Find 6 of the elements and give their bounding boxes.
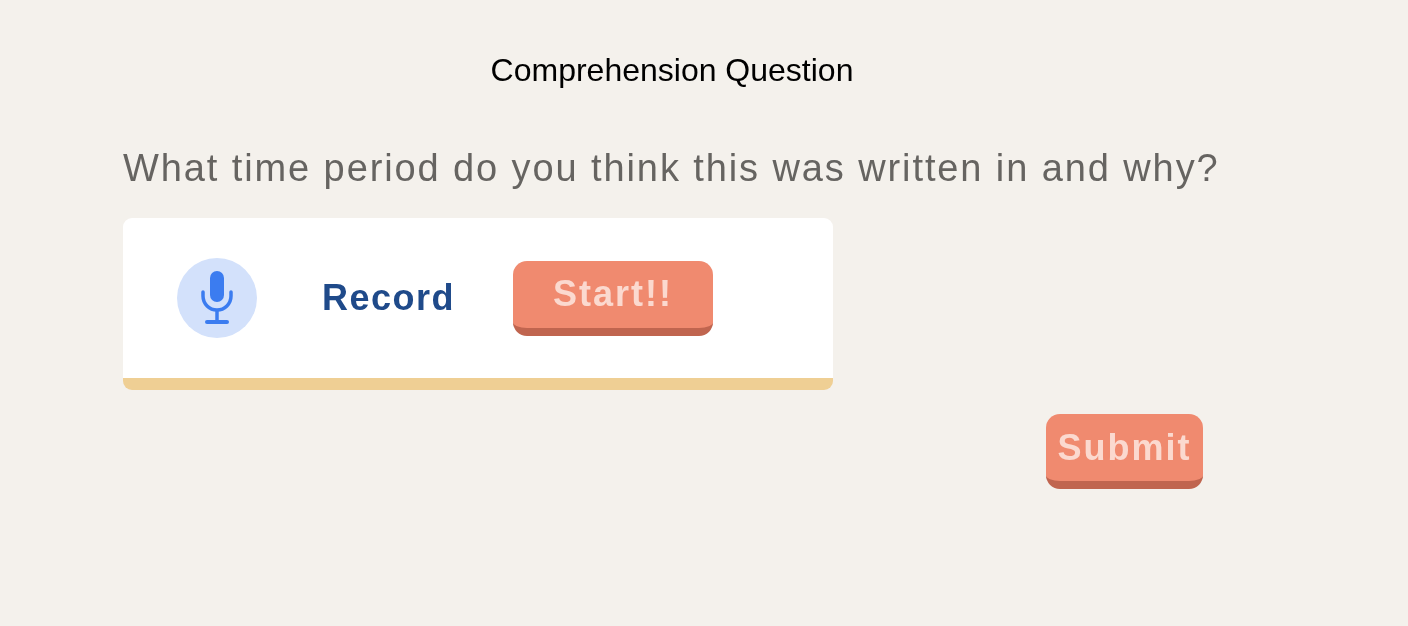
page-title: Comprehension Question bbox=[490, 52, 854, 88]
record-label: Record bbox=[322, 278, 456, 318]
start-button[interactable]: Start!! bbox=[513, 260, 714, 336]
question-text: What time period do you think this was written in and why? bbox=[123, 146, 1220, 190]
microphone-icon bbox=[177, 258, 257, 338]
submit-button[interactable]: Submit bbox=[1046, 414, 1203, 489]
